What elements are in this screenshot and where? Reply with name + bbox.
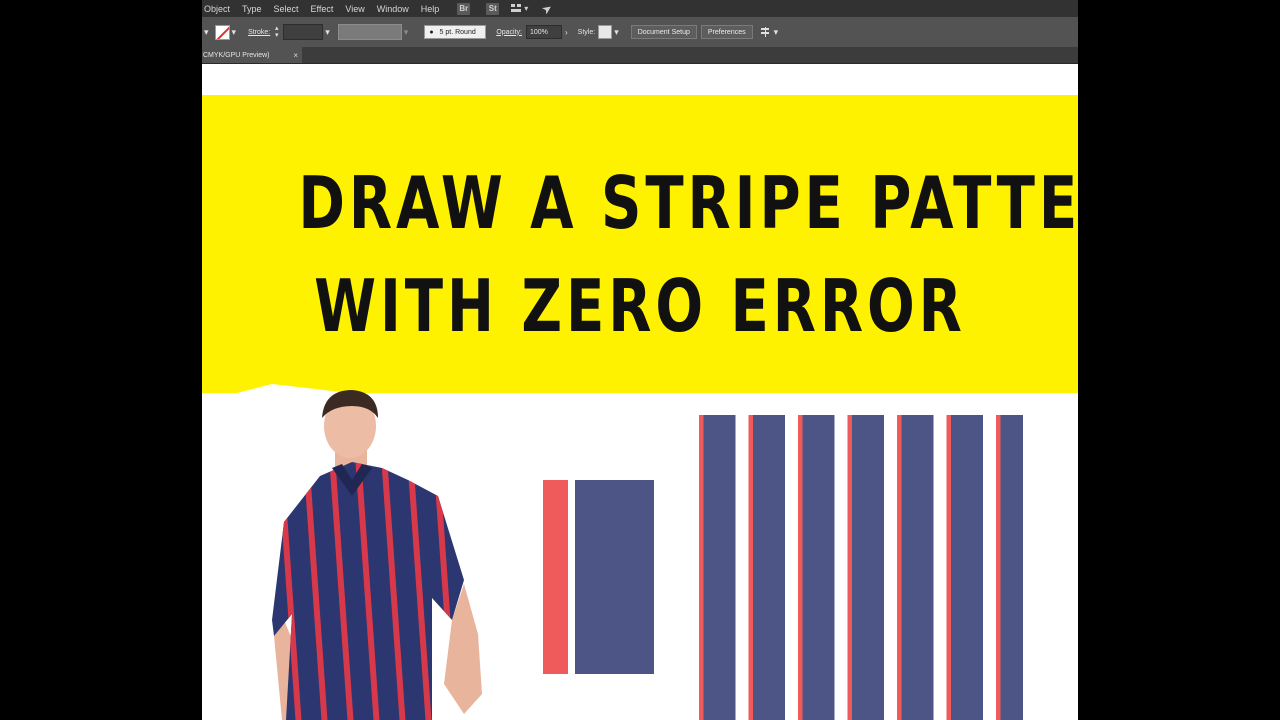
chevron-down-icon[interactable]: ▾ [614, 27, 619, 38]
pattern-blue-stripe [901, 415, 934, 720]
banner-title-line-2: WITH ZERO ERROR [314, 264, 966, 348]
model-photo [202, 384, 532, 720]
red-stripe-swatch[interactable] [543, 480, 568, 674]
rocket-icon[interactable]: ➤ [539, 0, 555, 17]
style-swatch[interactable] [598, 25, 613, 39]
menu-view[interactable]: View [345, 4, 364, 14]
chevron-down-icon[interactable]: ▾ [524, 4, 528, 13]
fill-swatch-icon[interactable] [214, 24, 230, 40]
stock-icon[interactable]: St [486, 2, 500, 15]
pattern-blue-stripe [802, 415, 835, 720]
menu-help[interactable]: Help [421, 4, 440, 14]
stroke-stepper-icon[interactable]: ▴ ▾ [272, 25, 281, 39]
menu-window[interactable]: Window [377, 4, 409, 14]
chevron-down-icon[interactable]: ▾ [204, 27, 209, 38]
opacity-value: 100% [530, 28, 548, 36]
arrow-right-icon[interactable]: › [565, 28, 568, 37]
menu-effect[interactable]: Effect [311, 4, 334, 14]
brush-definition-field[interactable]: ● 5 pt. Round [424, 25, 487, 39]
banner-title-line-1: DRAW A STRIPE PATTERN [298, 161, 1078, 245]
style-label: Style: [577, 28, 596, 36]
close-icon[interactable]: × [293, 51, 298, 60]
pattern-blue-stripe [951, 415, 983, 720]
document-tab-bar: CMYK/GPU Preview) × [202, 47, 1078, 64]
stroke-label[interactable]: Stroke: [248, 29, 270, 36]
chevron-down-icon: ▾ [403, 26, 409, 37]
pattern-blue-stripe [703, 415, 736, 720]
chevron-down-icon[interactable]: ▾ [774, 27, 779, 38]
stroke-weight-field[interactable] [283, 24, 324, 40]
document-tab-label: CMYK/GPU Preview) [203, 51, 270, 59]
brush-dot-icon: ● [429, 28, 434, 36]
preferences-button[interactable]: Preferences [700, 25, 753, 39]
artboard-canvas[interactable]: DRAW A STRIPE PATTERN WITH ZERO ERROR [202, 64, 1078, 720]
pattern-blue-stripe [852, 415, 884, 720]
stripe-pattern[interactable] [691, 415, 1023, 720]
menu-select[interactable]: Select [274, 4, 299, 14]
pattern-blue-stripe [753, 415, 785, 720]
title-banner: DRAW A STRIPE PATTERN WITH ZERO ERROR [202, 95, 1078, 393]
document-setup-label: Document Setup [637, 28, 690, 36]
illustrator-window: Object Type Select Effect View Window He… [202, 0, 1078, 720]
document-setup-button[interactable]: Document Setup [630, 25, 697, 39]
align-icon[interactable] [760, 27, 772, 37]
opacity-field[interactable]: 100% [526, 25, 562, 39]
opacity-label[interactable]: Opacity: [496, 29, 522, 36]
menu-object[interactable]: Object [204, 4, 230, 14]
menu-bar: Object Type Select Effect View Window He… [202, 0, 1078, 17]
workspace-icon[interactable] [511, 4, 522, 13]
document-tab[interactable]: CMYK/GPU Preview) × [202, 47, 302, 63]
preferences-label: Preferences [707, 28, 746, 36]
variable-width-profile[interactable] [337, 24, 402, 40]
control-bar: ▾ ▾ Stroke: ▴ ▾ ▾ ▾ ● 5 pt. Round Opacity… [202, 17, 1078, 48]
brush-label: 5 pt. Round [439, 28, 476, 36]
pattern-blue-stripe [1000, 415, 1023, 720]
chevron-down-icon[interactable]: ▾ [325, 27, 330, 38]
bridge-icon[interactable]: Br [457, 2, 471, 15]
menu-type[interactable]: Type [242, 4, 262, 14]
blue-stripe-swatch[interactable] [575, 480, 654, 674]
chevron-down-icon[interactable]: ▾ [232, 27, 237, 38]
